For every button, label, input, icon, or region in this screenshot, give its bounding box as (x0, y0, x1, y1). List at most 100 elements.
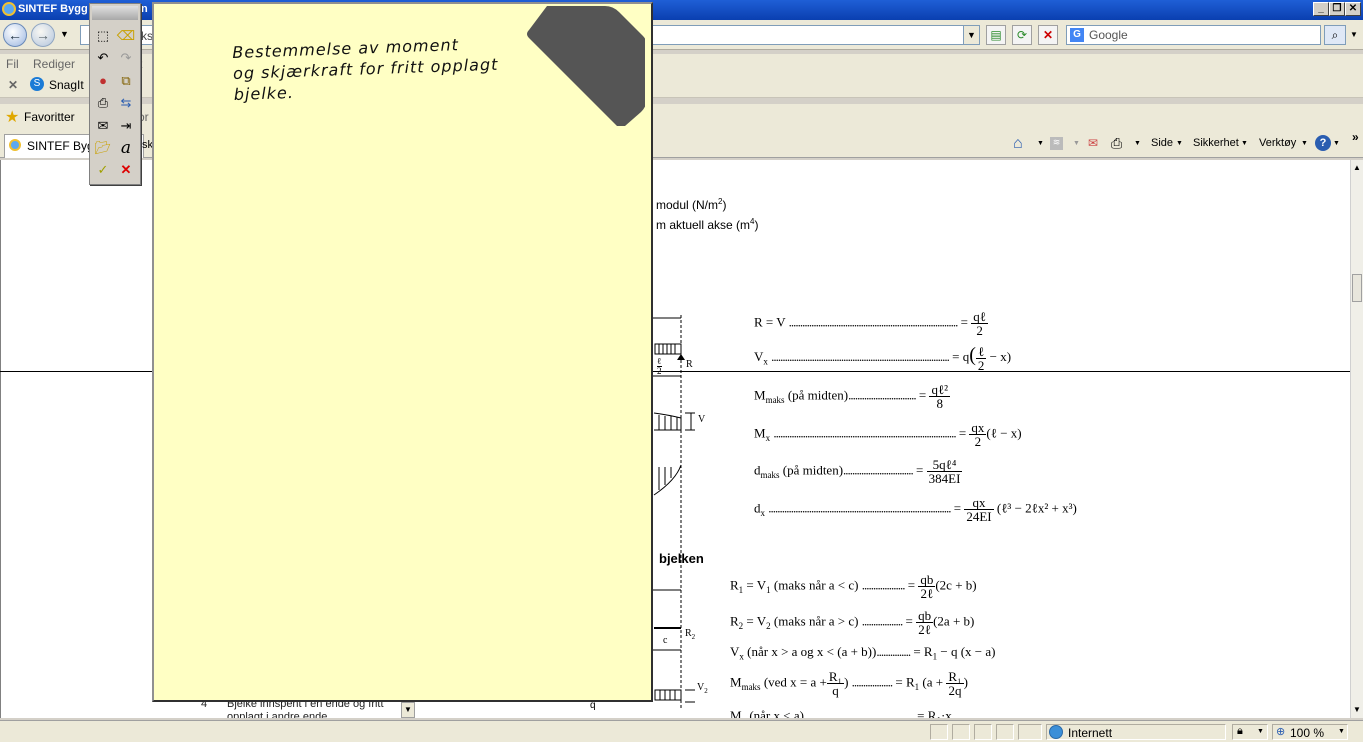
rss-dropdown-icon[interactable]: ▼ (1073, 140, 1080, 147)
help-icon[interactable]: ? (1315, 135, 1331, 151)
sikkerhet-menu[interactable]: Sikkerhet (1193, 137, 1239, 149)
chevron-down-icon: ▼ (1257, 728, 1264, 735)
open-folder-icon[interactable]: 📂︎ (93, 138, 113, 158)
menu-file[interactable]: Fil (6, 57, 19, 71)
back-button[interactable]: ← (3, 23, 27, 47)
address-dropdown-icon[interactable]: ▼ (963, 26, 979, 44)
status-segment (930, 724, 948, 740)
status-segment (996, 724, 1014, 740)
search-input[interactable]: G Google (1066, 25, 1321, 45)
mail-icon[interactable]: ✉ (93, 116, 113, 136)
window-title-suffix: n (141, 3, 148, 15)
zoom-control[interactable]: ⊕ 100 % ▼ (1272, 724, 1348, 740)
zoom-dropdown-icon: ▼ (1338, 728, 1345, 735)
snagit-button[interactable]: SnagIt (49, 78, 84, 92)
search-options-icon[interactable]: ▼ (1350, 30, 1358, 39)
status-segment (952, 724, 970, 740)
export-icon[interactable]: ⇥ (116, 116, 136, 136)
snagit-toolbar: ⬚ ⌫ ↶ ↷ ● ⧉ ⎙ ⇆ ✉ ⇥ 📂︎ a ✓ ✕ (89, 3, 141, 185)
refresh-button[interactable]: ⟳ (1012, 25, 1032, 45)
diagram-label-l2: ℓ2 (657, 356, 662, 376)
select-rect-icon[interactable]: ⬚ (93, 26, 113, 46)
tab-ie-icon (9, 139, 21, 151)
search-icon: ⌕ (1331, 28, 1339, 42)
formula-dx: dx .....................................… (754, 495, 1077, 524)
verktoy-menu[interactable]: Verktøy (1259, 137, 1296, 149)
text-akse: m aktuell akse (m4) (656, 217, 759, 232)
history-dropdown-icon[interactable]: ▼ (60, 29, 69, 39)
print-icon[interactable]: ⎙ (1111, 135, 1122, 152)
toolbar-grip[interactable] (92, 6, 138, 20)
star-icon: ★ (5, 109, 20, 126)
status-bar: Internett 🔒︎ ▼ ⊕ 100 % ▼ (0, 720, 1363, 742)
formula-mx2: Mx (når x < a) = R1·x (730, 708, 952, 718)
scroll-down-button[interactable]: ▼ (1351, 704, 1363, 716)
home-icon[interactable]: ⌂ (1013, 135, 1023, 153)
search-button[interactable]: ⌕ (1324, 25, 1346, 45)
zoom-level: 100 % (1290, 726, 1325, 740)
diagram-label-r: R (686, 359, 693, 370)
diagram-label-c: c (663, 635, 668, 646)
text-modul: modul (N/m2) (656, 197, 727, 212)
stop-button[interactable]: ✕ (1038, 25, 1058, 45)
side-menu[interactable]: Side (1151, 137, 1173, 149)
rss-icon[interactable]: ≋ (1050, 137, 1063, 150)
close-linksbar-icon[interactable]: ✕ (8, 78, 18, 92)
vertical-scrollbar[interactable]: ▲ ▼ (1350, 160, 1363, 718)
scroll-thumb[interactable] (1352, 274, 1362, 302)
mail-icon[interactable]: ✉ (1088, 136, 1098, 150)
scroll-up-button[interactable]: ▲ (1351, 162, 1363, 174)
zoom-icon: ⊕ (1276, 726, 1286, 738)
back-icon: ← (8, 27, 22, 43)
section-heading: bjelken (659, 551, 704, 566)
maximize-button[interactable]: ❐ (1329, 2, 1345, 16)
highlighter-icon[interactable]: ✓ (93, 160, 113, 180)
help-dropdown-icon: ▼ (1333, 140, 1340, 147)
close-window-button[interactable]: ✕ (1345, 2, 1361, 16)
protected-mode-button[interactable]: 🔒︎ ▼ (1232, 724, 1268, 740)
copy-icon[interactable]: ⧉ (116, 71, 136, 91)
search-placeholder: Google (1089, 28, 1128, 42)
diagram-label-r2: R2 (685, 628, 696, 641)
lock-icon: 🔒︎ (1237, 725, 1243, 737)
formula-dmax: dmaks (på midten).......................… (754, 457, 963, 486)
forward-icon: → (36, 27, 50, 43)
zone-label: Internett (1068, 726, 1113, 740)
print-dropdown-icon[interactable]: ▼ (1134, 140, 1141, 147)
sikkerhet-dropdown-icon: ▼ (1241, 140, 1248, 147)
redo-icon[interactable]: ↷ (116, 48, 136, 68)
zone-panel[interactable]: Internett (1046, 724, 1226, 740)
color-palette-icon[interactable]: ● (93, 71, 113, 91)
refresh-icon: ⟳ (1016, 28, 1028, 42)
undo-icon[interactable]: ↶ (93, 48, 113, 68)
formula-reaction: R = V ..................................… (754, 309, 988, 338)
inner-scroll-down-button[interactable]: ▼ (401, 702, 415, 718)
diagram-label-v: V (698, 414, 706, 425)
snagit-icon: S (30, 77, 44, 91)
compat-view-button[interactable]: ▤ (986, 25, 1006, 45)
google-icon: G (1070, 28, 1084, 42)
ie-logo-icon (2, 2, 16, 16)
formula-mx: Mx .....................................… (754, 420, 1022, 449)
text-tool-icon[interactable]: a (116, 138, 136, 158)
formula-r1: R1 = V1 (maks når a < c) ...............… (730, 572, 977, 601)
menu-edit[interactable]: Rediger (33, 57, 75, 71)
favorites-button[interactable]: Favoritter (24, 110, 75, 124)
note-corner-tab[interactable] (525, 6, 645, 126)
status-segment (1018, 724, 1042, 740)
forward-button[interactable]: → (31, 23, 55, 47)
eraser-icon[interactable]: ⌫ (116, 26, 136, 46)
status-segment (974, 724, 992, 740)
send-icon[interactable]: ⇆ (116, 93, 136, 113)
print-icon[interactable]: ⎙ (93, 93, 113, 113)
formula-r2: R2 = V2 (maks når a > c) ...............… (730, 608, 975, 637)
globe-icon (1049, 725, 1063, 739)
diagram-label-v2: V2 (697, 682, 708, 695)
formula-vx2: Vx (når x > a og x < (a + b))...........… (730, 644, 996, 662)
chevron-more-icon[interactable]: » (1352, 130, 1359, 144)
side-dropdown-icon: ▼ (1176, 140, 1183, 147)
minimize-button[interactable]: _ (1313, 2, 1329, 16)
home-dropdown-icon[interactable]: ▼ (1037, 140, 1044, 147)
close-toolbar-icon[interactable]: ✕ (116, 160, 136, 180)
page-icon: ▤ (990, 28, 1002, 42)
